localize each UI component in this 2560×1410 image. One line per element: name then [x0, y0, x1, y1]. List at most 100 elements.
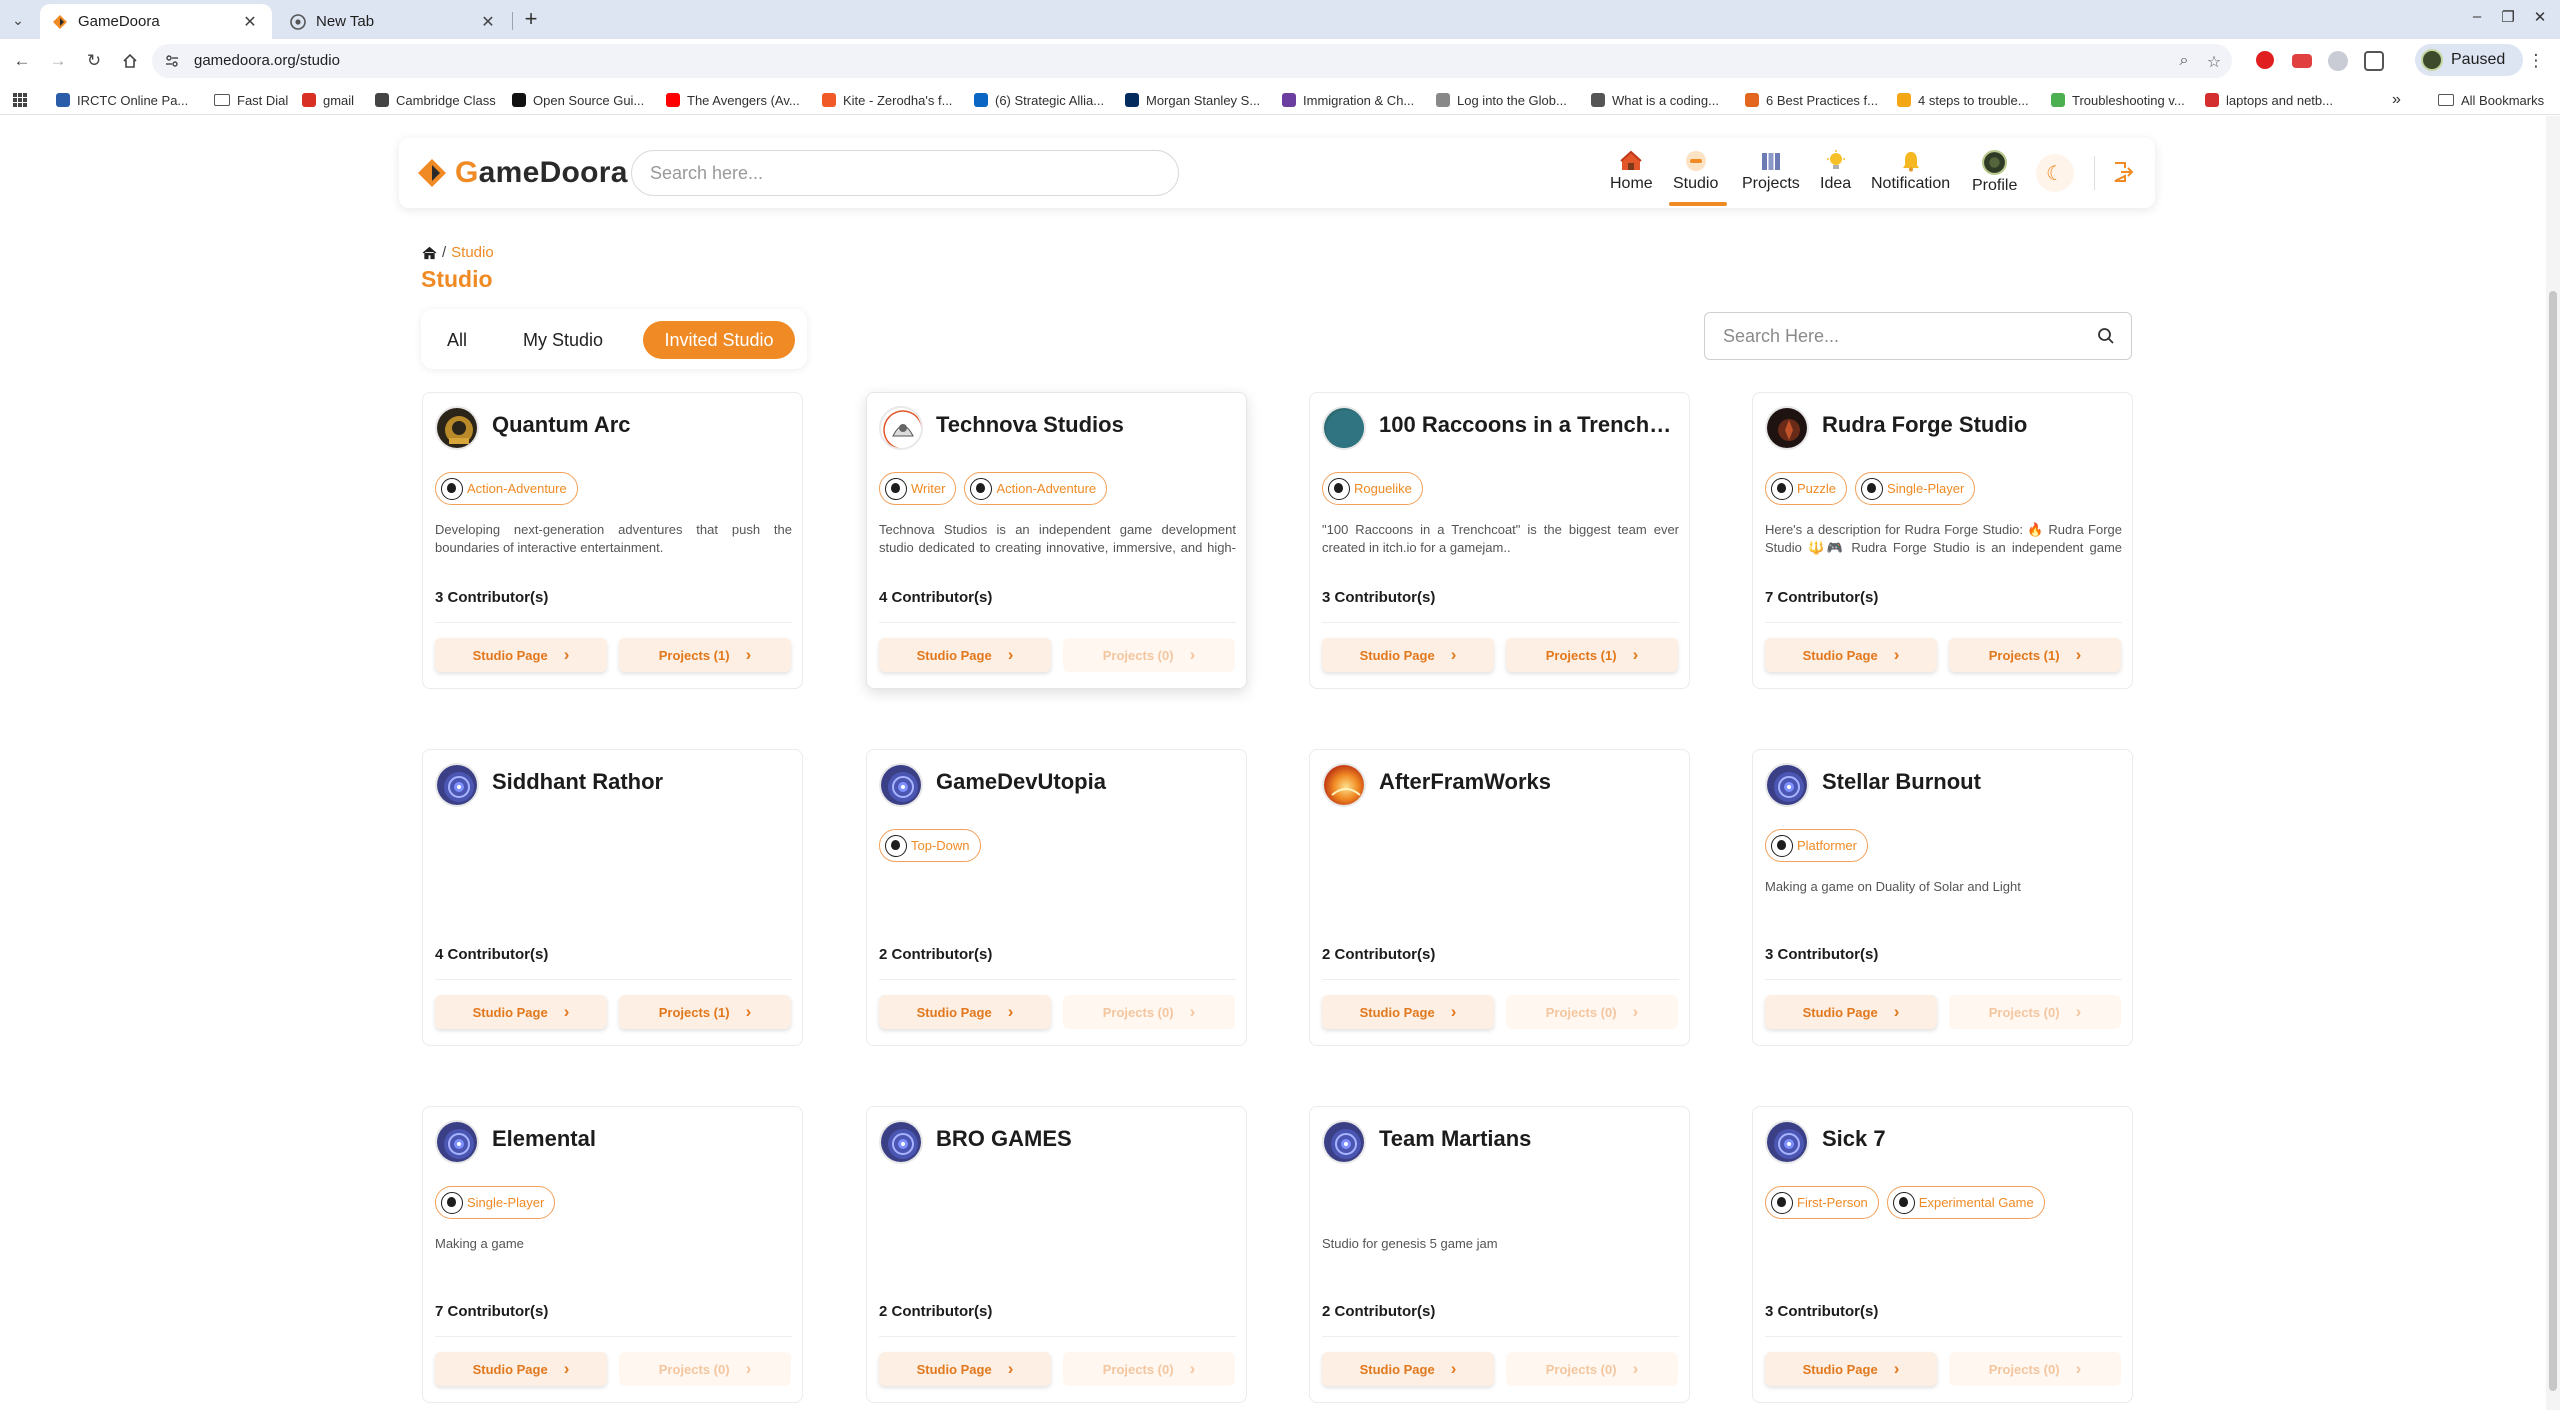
bookmark-item[interactable]: Morgan Stanley S...	[1125, 90, 1260, 110]
tab-gamedoora[interactable]: GameDoora ✕	[40, 4, 272, 39]
restore-window-icon[interactable]: ❐	[2496, 8, 2520, 26]
genre-tag[interactable]: First-Person	[1765, 1186, 1879, 1219]
studio-page-button[interactable]: Studio Page ›	[435, 638, 607, 672]
minimize-window-icon[interactable]: –	[2465, 8, 2489, 25]
studio-avatar[interactable]	[1322, 763, 1366, 807]
filter-my-studio[interactable]: My Studio	[513, 321, 613, 359]
dark-mode-toggle[interactable]: ☾	[2036, 154, 2074, 192]
bookmark-item[interactable]: The Avengers (Av...	[666, 90, 800, 110]
studio-name[interactable]: Team Martians	[1379, 1126, 1679, 1152]
bookmark-item[interactable]: gmail	[302, 90, 354, 110]
bookmark-item[interactable]: Log into the Glob...	[1436, 90, 1567, 110]
tab-new-tab[interactable]: New Tab ✕	[278, 4, 510, 39]
studio-avatar[interactable]	[1765, 763, 1809, 807]
studio-name[interactable]: Stellar Burnout	[1822, 769, 2122, 795]
genre-tag[interactable]: Writer	[879, 472, 957, 505]
studio-avatar[interactable]	[1322, 1120, 1366, 1164]
projects-button[interactable]: Projects (0) ›	[1063, 1352, 1235, 1386]
nav-idea[interactable]: Idea	[1820, 150, 1851, 193]
studio-name[interactable]: BRO GAMES	[936, 1126, 1236, 1152]
studio-avatar[interactable]	[1322, 406, 1366, 450]
opera-extension-icon[interactable]	[2256, 51, 2274, 69]
projects-button[interactable]: Projects (0) ›	[1063, 638, 1235, 672]
studio-avatar[interactable]	[879, 1120, 923, 1164]
bookmark-item[interactable]: Kite - Zerodha's f...	[822, 90, 952, 110]
projects-button[interactable]: Projects (1) ›	[619, 995, 791, 1029]
studio-page-button[interactable]: Studio Page ›	[435, 995, 607, 1029]
bookmark-item[interactable]: Cambridge Class	[375, 90, 496, 110]
studio-avatar[interactable]	[435, 1120, 479, 1164]
studio-card[interactable]: Elemental Single-Player Making a game 7 Con…	[422, 1106, 803, 1403]
studio-page-button[interactable]: Studio Page ›	[879, 995, 1051, 1029]
extension-icon[interactable]	[2328, 51, 2348, 71]
studio-name[interactable]: Rudra Forge Studio	[1822, 412, 2122, 438]
projects-button[interactable]: Projects (1) ›	[619, 638, 791, 672]
new-tab-button[interactable]: +	[518, 7, 544, 33]
close-window-icon[interactable]: ✕	[2528, 8, 2552, 26]
projects-button[interactable]: Projects (0) ›	[1506, 1352, 1678, 1386]
page-scrollbar[interactable]	[2546, 116, 2560, 1410]
nav-profile[interactable]: Profile	[1972, 150, 2017, 195]
studio-avatar[interactable]	[435, 406, 479, 450]
studio-card[interactable]: Sick 7 First-Person Experimental Game 3 Con…	[1752, 1106, 2133, 1403]
bookmark-item[interactable]: What is a coding...	[1591, 90, 1719, 110]
omnibox[interactable]: gamedoora.org/studio ⌕ ☆	[152, 44, 2232, 78]
studio-name[interactable]: AfterFramWorks	[1379, 769, 1679, 795]
studio-page-button[interactable]: Studio Page ›	[1322, 1352, 1494, 1386]
bookmark-item[interactable]: Immigration & Ch...	[1282, 90, 1414, 110]
apps-grid-icon[interactable]	[12, 90, 28, 110]
studio-page-button[interactable]: Studio Page ›	[879, 638, 1051, 672]
filter-all[interactable]: All	[433, 321, 481, 359]
genre-tag[interactable]: Action-Adventure	[435, 472, 578, 505]
nav-studio[interactable]: Studio	[1673, 150, 1718, 193]
header-search-input[interactable]: Search here...	[631, 150, 1179, 196]
studio-card[interactable]: Rudra Forge Studio Puzzle Single-Player Her…	[1752, 392, 2133, 689]
genre-tag[interactable]: Puzzle	[1765, 472, 1848, 505]
studio-card[interactable]: Team Martians Studio for genesis 5 game j…	[1309, 1106, 1690, 1403]
browser-menu-icon[interactable]: ⋮	[2524, 49, 2548, 73]
studio-search-input[interactable]: Search Here...	[1704, 312, 2132, 360]
scrollbar-thumb[interactable]	[2549, 291, 2557, 1391]
studio-name[interactable]: Technova Studios	[936, 412, 1236, 438]
bookmark-item[interactable]: Open Source Gui...	[512, 90, 644, 110]
studio-avatar[interactable]	[1765, 1120, 1809, 1164]
site-settings-icon[interactable]	[164, 53, 180, 69]
back-icon[interactable]: ←	[10, 49, 34, 73]
bookmark-item[interactable]: Fast Dial	[214, 90, 288, 110]
tab-search-icon[interactable]: ⌄	[6, 8, 30, 32]
nav-home[interactable]: Home	[1610, 150, 1653, 193]
search-icon[interactable]	[2097, 327, 2115, 345]
bookmark-item[interactable]: Troubleshooting v...	[2051, 90, 2185, 110]
studio-page-button[interactable]: Studio Page ›	[879, 1352, 1051, 1386]
nav-projects[interactable]: Projects	[1742, 150, 1800, 193]
logout-icon[interactable]	[2111, 160, 2135, 184]
studio-name[interactable]: 100 Raccoons in a Trenchc...	[1379, 412, 1679, 438]
studio-name[interactable]: GameDevUtopia	[936, 769, 1236, 795]
bookmark-item[interactable]: 6 Best Practices f...	[1745, 90, 1878, 110]
studio-card[interactable]: Siddhant Rathor 4 Contributor(s) Studio Pa…	[422, 749, 803, 1046]
bookmark-item[interactable]: laptops and netb...	[2205, 90, 2333, 110]
genre-tag[interactable]: Single-Player	[1855, 472, 1976, 505]
close-tab-icon[interactable]: ✕	[478, 12, 498, 32]
projects-button[interactable]: Projects (0) ›	[1949, 1352, 2121, 1386]
projects-button[interactable]: Projects (1) ›	[1506, 638, 1678, 672]
studio-page-button[interactable]: Studio Page ›	[1765, 638, 1937, 672]
genre-tag[interactable]: Action-Adventure	[964, 472, 1108, 505]
studio-avatar[interactable]	[879, 763, 923, 807]
studio-name[interactable]: Elemental	[492, 1126, 792, 1152]
genre-tag[interactable]: Experimental Game	[1886, 1186, 2045, 1219]
studio-avatar[interactable]	[879, 406, 923, 450]
profile-paused-button[interactable]: Paused	[2415, 44, 2523, 76]
genre-tag[interactable]: Platformer	[1765, 829, 1868, 862]
projects-button[interactable]: Projects (0) ›	[1949, 995, 2121, 1029]
record-extension-icon[interactable]	[2292, 54, 2312, 68]
zoom-icon[interactable]: ⌕	[2174, 52, 2194, 70]
studio-card[interactable]: 100 Raccoons in a Trenchc... Roguelike "10…	[1309, 392, 1690, 689]
bookmark-item[interactable]: IRCTC Online Pa...	[56, 90, 188, 110]
extensions-puzzle-icon[interactable]	[2364, 51, 2384, 71]
reload-icon[interactable]: ↻	[82, 49, 106, 73]
bookmark-item[interactable]: (6) Strategic Allia...	[974, 90, 1104, 110]
studio-page-button[interactable]: Studio Page ›	[1322, 995, 1494, 1029]
close-tab-icon[interactable]: ✕	[240, 12, 260, 32]
studio-card[interactable]: BRO GAMES 2 Contributor(s) Studio Page › Pro…	[866, 1106, 1247, 1403]
